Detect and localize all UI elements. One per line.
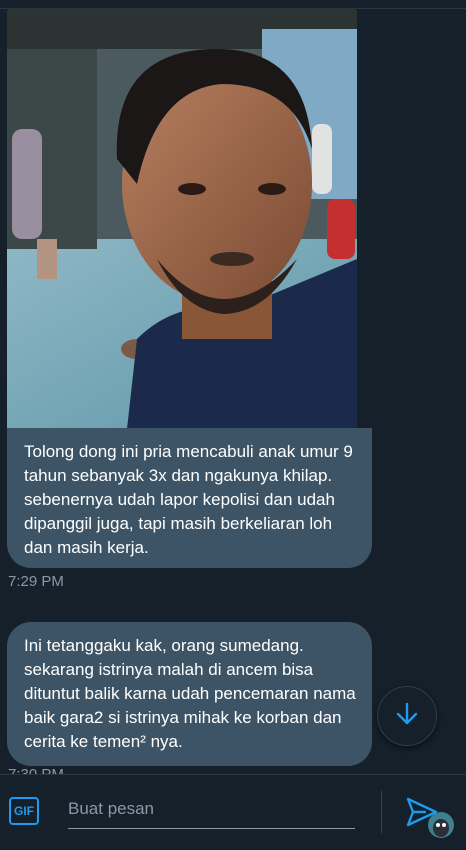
message-photo[interactable] bbox=[7, 9, 357, 429]
message-timestamp: 7:30 PM bbox=[8, 766, 64, 774]
message-text: Ini tetanggaku kak, orang sumedang. seka… bbox=[24, 636, 356, 751]
message-bubble[interactable]: Tolong dong ini pria mencabuli anak umur… bbox=[7, 428, 372, 568]
gif-button[interactable]: GIF bbox=[9, 797, 39, 825]
message-text: Tolong dong ini pria mencabuli anak umur… bbox=[24, 442, 353, 557]
message-bubble[interactable]: Ini tetanggaku kak, orang sumedang. seka… bbox=[7, 622, 372, 766]
message-input[interactable] bbox=[68, 789, 355, 829]
message-composer: GIF bbox=[0, 774, 466, 850]
top-bar-edge bbox=[0, 0, 466, 9]
avatar bbox=[428, 812, 454, 838]
scroll-to-bottom-button[interactable] bbox=[377, 686, 437, 746]
divider bbox=[381, 791, 382, 833]
arrow-down-icon bbox=[394, 701, 420, 732]
message-timestamp: 7:29 PM bbox=[8, 573, 64, 590]
